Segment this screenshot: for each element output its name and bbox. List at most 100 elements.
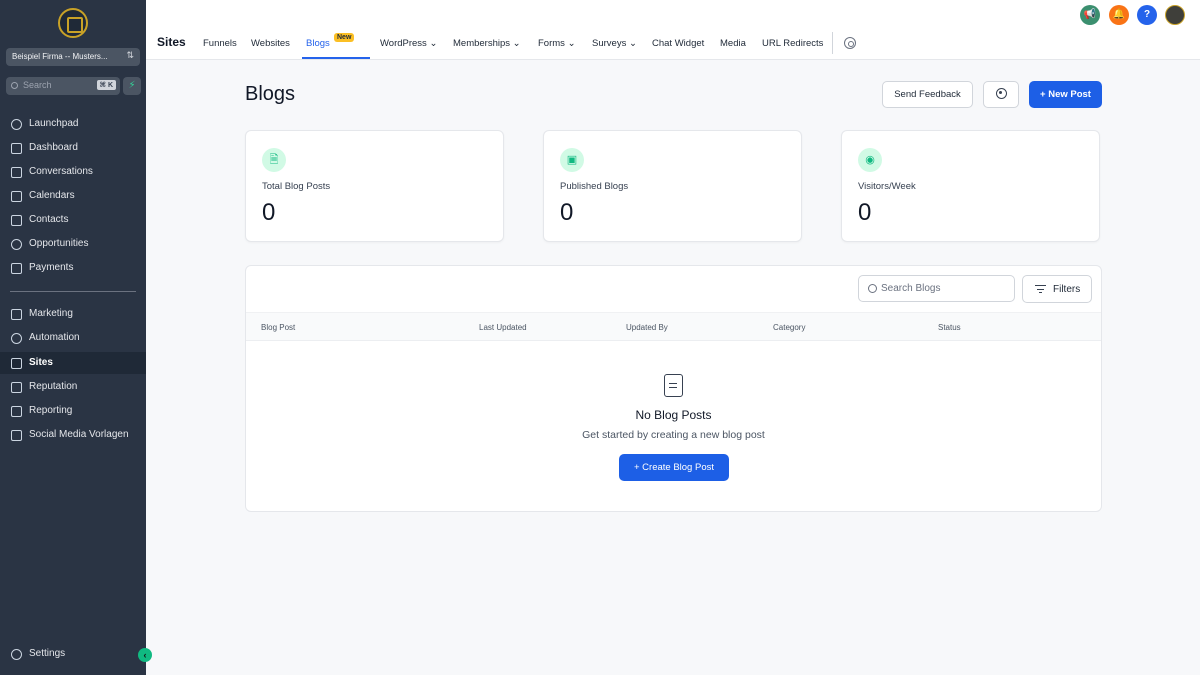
tab-label: Media xyxy=(720,38,746,49)
sidebar-item-label: Conversations xyxy=(29,166,93,177)
sidebar-item-marketing[interactable]: Marketing xyxy=(0,303,146,325)
chat-icon xyxy=(11,167,22,178)
top-navigation: Sites Funnels Websites Blogs New WordPre… xyxy=(146,0,1200,60)
sidebar-item-payments[interactable]: Payments xyxy=(0,257,146,279)
contacts-icon xyxy=(11,215,22,226)
sidebar-item-automation[interactable]: Automation xyxy=(0,327,146,349)
filters-label: Filters xyxy=(1053,284,1081,295)
tab-label: Websites xyxy=(251,38,290,49)
stat-card-visitors: ◉ Visitors/Week 0 xyxy=(841,130,1100,242)
section-title: Sites xyxy=(157,35,186,49)
sidebar: Beispiel Firma -- Musters... ⇅ Search ⌘ … xyxy=(0,0,146,675)
sidebar-item-social-media-vorlagen[interactable]: Social Media Vorlagen xyxy=(0,424,146,446)
tab-label: Forms xyxy=(538,38,565,49)
chevron-updown-icon: ⇅ xyxy=(126,50,134,60)
tab-memberships[interactable]: Memberships ⌄ xyxy=(453,38,521,49)
tab-label: WordPress xyxy=(380,38,427,49)
dashboard-icon xyxy=(11,143,22,154)
sidebar-search[interactable]: Search ⌘ K xyxy=(6,77,120,95)
sidebar-item-label: Automation xyxy=(29,332,80,343)
document-icon xyxy=(664,374,683,397)
tab-divider xyxy=(832,32,833,54)
megaphone-icon[interactable]: 📢 xyxy=(1080,5,1100,25)
tab-wordpress[interactable]: WordPress ⌄ xyxy=(380,38,437,49)
tab-media[interactable]: Media xyxy=(720,38,746,49)
company-logo[interactable] xyxy=(58,8,88,38)
automation-icon xyxy=(11,333,22,344)
avatar[interactable] xyxy=(1165,5,1185,25)
tab-label: URL Redirects xyxy=(762,38,824,49)
payments-icon xyxy=(11,263,22,274)
stat-label: Visitors/Week xyxy=(858,181,916,192)
sidebar-item-opportunities[interactable]: Opportunities xyxy=(0,233,146,255)
tab-surveys[interactable]: Surveys ⌄ xyxy=(592,38,637,49)
sidebar-item-label: Launchpad xyxy=(29,118,79,129)
tab-label: Memberships xyxy=(453,38,511,49)
new-post-button[interactable]: + New Post xyxy=(1029,81,1102,108)
tab-url-redirects[interactable]: URL Redirects xyxy=(762,38,823,49)
tab-funnels[interactable]: Funnels xyxy=(203,38,237,49)
stat-value: 0 xyxy=(858,199,872,226)
column-header-category[interactable]: Category xyxy=(773,323,805,332)
stat-card-published: ▣ Published Blogs 0 xyxy=(543,130,802,242)
gear-icon[interactable] xyxy=(844,37,856,49)
quick-action-bolt-icon[interactable]: ⚡ xyxy=(123,77,141,95)
chevron-down-icon: ⌄ xyxy=(429,38,438,49)
sidebar-item-launchpad[interactable]: Launchpad xyxy=(0,113,146,135)
column-header-last-updated[interactable]: Last Updated xyxy=(479,323,527,332)
sidebar-item-calendars[interactable]: Calendars xyxy=(0,185,146,207)
sidebar-item-label: Settings xyxy=(29,648,66,659)
send-feedback-button[interactable]: Send Feedback xyxy=(882,81,973,108)
sidebar-item-settings[interactable]: Settings xyxy=(0,643,146,665)
stat-value: 0 xyxy=(262,199,276,226)
media-icon xyxy=(11,430,22,441)
sidebar-divider xyxy=(10,291,136,292)
account-name: Beispiel Firma -- Musters... xyxy=(12,52,108,61)
column-header-status[interactable]: Status xyxy=(938,323,961,332)
document-icon: 🗎 xyxy=(262,148,286,172)
tab-websites[interactable]: Websites xyxy=(251,38,290,49)
tab-chat-widget[interactable]: Chat Widget xyxy=(652,38,704,49)
column-header-blog-post[interactable]: Blog Post xyxy=(261,323,295,332)
tab-label: Funnels xyxy=(203,38,237,49)
collapse-sidebar-chevron-left-icon[interactable]: ‹ xyxy=(138,648,152,662)
sidebar-item-dashboard[interactable]: Dashboard xyxy=(0,137,146,159)
help-icon[interactable]: ? xyxy=(1137,5,1157,25)
search-icon xyxy=(11,82,18,89)
settings-button[interactable] xyxy=(983,81,1019,108)
tab-forms[interactable]: Forms ⌄ xyxy=(538,38,576,49)
stat-label: Total Blog Posts xyxy=(262,181,331,192)
sidebar-item-conversations[interactable]: Conversations xyxy=(0,161,146,183)
gear-icon xyxy=(11,649,22,660)
search-icon xyxy=(868,284,877,293)
sidebar-item-reporting[interactable]: Reporting xyxy=(0,400,146,422)
gear-icon xyxy=(995,87,1007,99)
stat-value: 0 xyxy=(560,199,574,226)
image-check-icon: ▣ xyxy=(560,148,584,172)
shortcut-badge: ⌘ K xyxy=(96,80,116,90)
chevron-down-icon: ⌄ xyxy=(512,38,521,49)
chevron-down-icon: ⌄ xyxy=(567,38,576,49)
tab-label: Surveys xyxy=(592,38,627,49)
search-blogs-placeholder: Search Blogs xyxy=(881,283,941,294)
account-switcher[interactable]: Beispiel Firma -- Musters... ⇅ xyxy=(6,48,140,66)
trend-icon xyxy=(11,406,22,417)
empty-state-title: No Blog Posts xyxy=(635,408,712,422)
sites-icon xyxy=(11,358,22,369)
create-blog-post-button[interactable]: + Create Blog Post xyxy=(619,454,729,481)
sidebar-item-contacts[interactable]: Contacts xyxy=(0,209,146,231)
column-header-updated-by[interactable]: Updated By xyxy=(626,323,668,332)
chevron-down-icon: ⌄ xyxy=(628,38,637,49)
sidebar-item-label: Social Media Vorlagen xyxy=(29,429,129,440)
send-icon xyxy=(11,309,22,320)
sidebar-item-sites[interactable]: Sites xyxy=(0,352,146,374)
bell-icon[interactable]: 🔔 xyxy=(1109,5,1129,25)
tab-label: Chat Widget xyxy=(652,38,705,49)
search-blogs-input[interactable]: Search Blogs xyxy=(858,275,1015,302)
tab-blogs[interactable]: Blogs xyxy=(306,38,330,49)
sidebar-item-reputation[interactable]: Reputation xyxy=(0,376,146,398)
opportunities-icon xyxy=(11,239,22,250)
filters-button[interactable]: Filters xyxy=(1022,275,1092,303)
sidebar-item-label: Calendars xyxy=(29,190,75,201)
sidebar-item-label: Dashboard xyxy=(29,142,78,153)
